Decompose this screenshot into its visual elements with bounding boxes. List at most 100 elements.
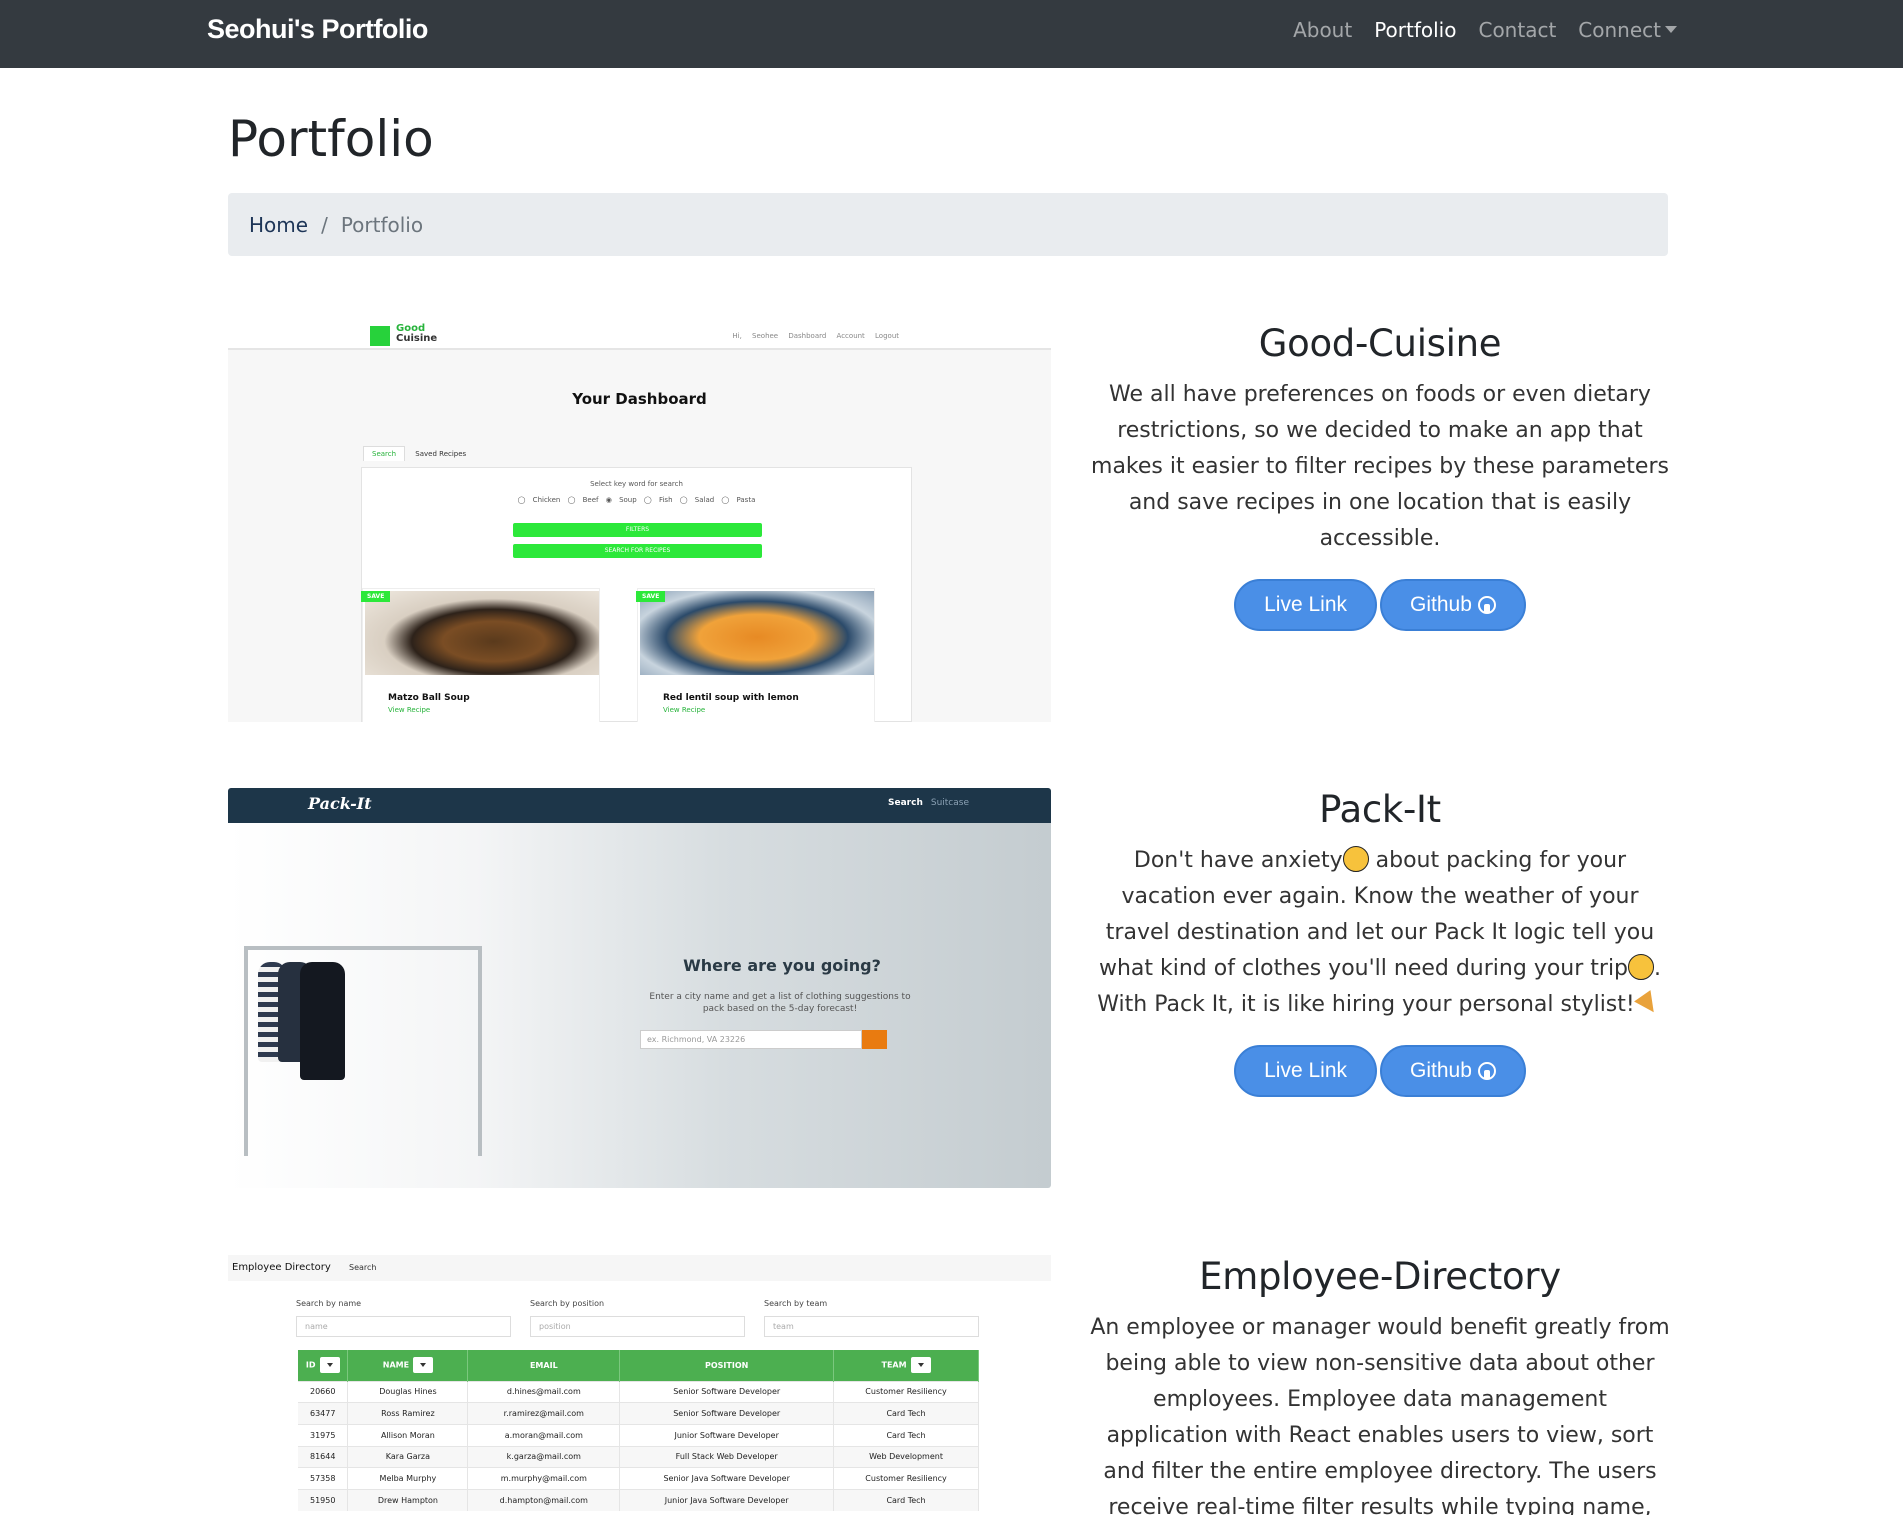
- table-row: 20660 Douglas Hines d.hines@mail.com Senior…: [298, 1380, 979, 1403]
- project-description: An employee or manager would benefit gre…: [1090, 1315, 1670, 1515]
- breadcrumb-separator: /: [321, 212, 328, 237]
- table-cell: r.ramirez@mail.com: [467, 1402, 621, 1425]
- ed-col-email: EMAIL: [467, 1350, 621, 1381]
- table-cell: 31975: [298, 1423, 349, 1447]
- table-cell: Junior Java Software Developer: [619, 1488, 835, 1512]
- table-row: 31975 Allison Moran a.moran@mail.com Junior…: [298, 1423, 979, 1447]
- navbar-brand[interactable]: Seohui's Portfolio: [207, 14, 428, 45]
- table-cell: m.murphy@mail.com: [467, 1467, 621, 1490]
- pk-rack: [246, 946, 482, 950]
- gc-view-recipe: View Recipe: [663, 706, 706, 714]
- gc-tabs: Search Saved Recipes: [363, 446, 474, 461]
- gc-recipe-image: [640, 591, 874, 675]
- gc-filter-button: FILTERS: [513, 523, 762, 537]
- table-cell: Melba Murphy: [347, 1467, 469, 1490]
- table-cell: Card Tech: [833, 1402, 979, 1425]
- pk-clothing: [300, 962, 345, 1080]
- table-cell: k.garza@mail.com: [467, 1445, 621, 1468]
- table-cell: Douglas Hines: [347, 1380, 469, 1403]
- sort-dropdown-icon: [910, 1357, 931, 1374]
- table-row: 63477 Ross Ramirez r.ramirez@mail.com Senio…: [298, 1402, 979, 1425]
- ed-label: Search by team: [764, 1299, 828, 1308]
- gc-logo-bottom: Cuisine: [396, 333, 438, 344]
- live-link-label: Live Link: [1264, 1059, 1347, 1082]
- table-cell: d.hines@mail.com: [467, 1380, 621, 1403]
- table-cell: Customer Resiliency: [833, 1467, 979, 1490]
- live-link-button[interactable]: Live Link: [1234, 579, 1377, 631]
- gc-recipe-name: Red lentil soup with lemon: [663, 693, 799, 703]
- gc-recipe-image: [365, 591, 599, 675]
- table-cell: Senior Software Developer: [619, 1402, 835, 1425]
- ed-table-header: ID NAME EMAIL POSITION TEAM: [298, 1350, 979, 1381]
- good-cuisine-info: Good-Cuisine We all have preferences on …: [1090, 322, 1670, 631]
- breadcrumb-home[interactable]: Home: [249, 213, 308, 237]
- ed-col-label: ID: [305, 1360, 316, 1370]
- nav-link-about[interactable]: About: [1293, 18, 1352, 42]
- worried-face-icon: [1342, 846, 1369, 872]
- pk-question: Where are you going?: [683, 956, 881, 975]
- pack-it-screenshot: Pack-It Search Suitcase Where are you goi…: [228, 788, 1051, 1188]
- pk-search-button: [862, 1030, 887, 1049]
- table-cell: Senior Software Developer: [619, 1380, 835, 1403]
- table-cell: Customer Resiliency: [833, 1380, 979, 1403]
- table-row: 81644 Kara Garza k.garza@mail.com Full Stac…: [298, 1445, 979, 1468]
- table-cell: d.hampton@mail.com: [467, 1488, 621, 1512]
- pk-city-input: ex. Richmond, VA 23226: [640, 1030, 862, 1049]
- ed-col-label: EMAIL: [529, 1360, 558, 1370]
- ed-position-input: position: [530, 1316, 745, 1337]
- pk-rack-leg: [478, 946, 482, 1156]
- nav-link-portfolio[interactable]: Portfolio: [1374, 18, 1456, 42]
- project-title: Employee-Directory: [1199, 1255, 1561, 1298]
- live-link-label: Live Link: [1264, 593, 1347, 616]
- ed-col-label: POSITION: [705, 1360, 749, 1370]
- github-button[interactable]: Github: [1380, 579, 1526, 631]
- pack-it-info: Pack-It Don't have anxiety about packing…: [1090, 788, 1670, 1097]
- pk-nav-suitcase: Suitcase: [930, 798, 969, 808]
- table-cell: Allison Moran: [347, 1423, 469, 1447]
- good-cuisine-screenshot: Good Cuisine Hi, Seohee Dashboard Account…: [228, 322, 1051, 722]
- breadcrumb-current: Portfolio: [340, 212, 424, 237]
- nav-links: About Portfolio Contact Connect: [1293, 18, 1677, 42]
- ed-label: Search by position: [530, 1299, 605, 1308]
- breadcrumb: Home / Portfolio: [228, 193, 1668, 256]
- gc-save-badge: SAVE: [636, 591, 666, 602]
- table-cell: Card Tech: [833, 1423, 979, 1447]
- project-title: Good-Cuisine: [1258, 322, 1502, 365]
- ed-name-input: name: [296, 1316, 511, 1337]
- smiley-face-icon: [1628, 954, 1655, 980]
- desc-part: Don't have anxiety: [1133, 848, 1343, 873]
- table-cell: Kara Garza: [347, 1445, 469, 1468]
- table-cell: Junior Software Developer: [619, 1423, 835, 1447]
- project-buttons: Live Link Github: [1090, 579, 1670, 631]
- project-title: Pack-It: [1319, 788, 1441, 831]
- employee-directory-info: Employee-Directory An employee or manage…: [1090, 1255, 1670, 1515]
- caret-down-icon: [1665, 26, 1677, 33]
- gc-search-button: SEARCH FOR RECIPES: [513, 544, 762, 558]
- gc-nav: Hi, Seohee Dashboard Account Logout: [732, 332, 899, 340]
- ed-col-position: POSITION: [619, 1350, 835, 1381]
- ed-search-link: Search: [349, 1263, 377, 1272]
- github-button[interactable]: Github: [1380, 1045, 1526, 1097]
- nav-dropdown-connect[interactable]: Connect: [1578, 18, 1677, 42]
- pk-rack-leg: [244, 946, 248, 1156]
- gc-heading: Your Dashboard: [572, 390, 707, 408]
- table-cell: 51950: [298, 1488, 349, 1512]
- table-cell: 63477: [298, 1402, 349, 1425]
- pk-header: Pack-It Search Suitcase: [228, 788, 1051, 823]
- gc-radios: ◯ Chicken ◯ Beef ◉ Soup ◯ Fish ◯ Salad ◯…: [517, 496, 756, 504]
- gc-view-recipe: View Recipe: [388, 706, 431, 714]
- ed-col-label: TEAM: [881, 1360, 907, 1370]
- pk-nav-search: Search: [888, 798, 923, 808]
- ed-team-input: team: [764, 1316, 979, 1337]
- project-buttons: Live Link Github: [1090, 1045, 1670, 1097]
- nav-link-contact[interactable]: Contact: [1478, 18, 1556, 42]
- gc-recipe-card: SAVE Matzo Ball Soup View Recipe: [361, 588, 600, 722]
- ed-label: Search by name: [296, 1299, 362, 1308]
- table-cell: Senior Java Software Developer: [619, 1467, 835, 1490]
- gc-search-card: Select key word for search ◯ Chicken ◯ B…: [361, 467, 912, 722]
- employee-directory-screenshot: Employee Directory Search Search by name…: [228, 1255, 1051, 1515]
- party-popper-icon: [1635, 990, 1663, 1016]
- live-link-button[interactable]: Live Link: [1234, 1045, 1377, 1097]
- gc-logo-icon: [370, 326, 390, 346]
- ed-col-id: ID: [298, 1350, 349, 1381]
